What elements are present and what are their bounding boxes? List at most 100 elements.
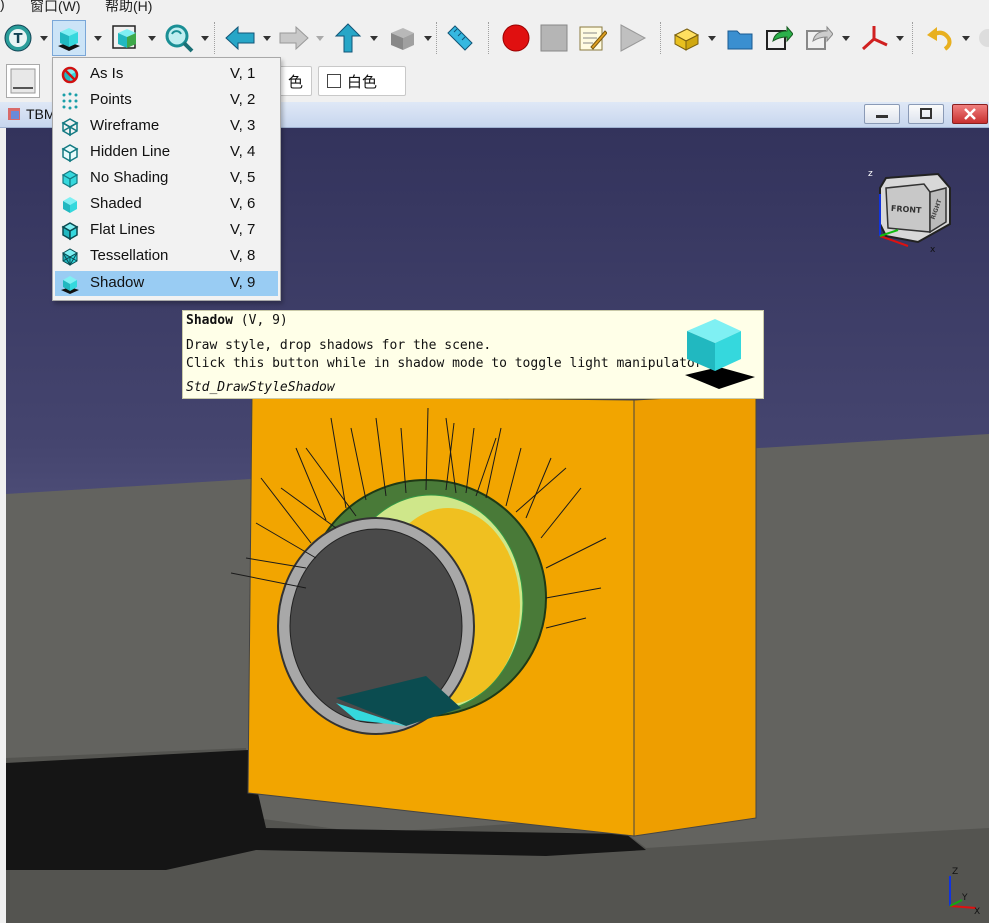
toolbar-separator xyxy=(436,22,437,54)
chevron-down-icon[interactable] xyxy=(842,36,850,41)
draw-style-button[interactable] xyxy=(52,20,86,56)
part-button[interactable] xyxy=(668,20,704,56)
points-icon xyxy=(62,92,78,110)
restore-icon xyxy=(920,108,932,119)
workbench-selector-button[interactable]: T xyxy=(2,20,34,56)
no-shading-icon xyxy=(61,170,79,189)
menu-item-shortcut: V, 1 xyxy=(230,65,256,82)
axis-z-label: Z xyxy=(952,867,958,877)
notepad-icon xyxy=(579,26,607,51)
undo-button[interactable] xyxy=(922,20,958,56)
menu-item-shortcut: V, 4 xyxy=(230,143,256,160)
menu-item-partial[interactable]: ) xyxy=(0,0,5,12)
menu-bar: ) 窗口(W) 帮助(H) xyxy=(0,0,989,16)
menu-item-no-shading[interactable]: No Shading V, 5 xyxy=(55,166,278,191)
minimize-button[interactable] xyxy=(864,104,900,124)
folder-icon xyxy=(727,30,753,50)
toolbar-separator xyxy=(488,22,489,54)
menu-item-tessellation[interactable]: Tessellation V, 8 xyxy=(55,244,278,269)
chevron-down-icon[interactable] xyxy=(263,36,271,41)
close-button[interactable] xyxy=(952,104,988,124)
wireframe-icon xyxy=(61,118,79,137)
yellow-part-icon xyxy=(673,28,700,51)
as-is-icon xyxy=(61,66,79,84)
macros-button[interactable] xyxy=(574,20,610,56)
tooltip-heading: Shadow (V, 9) xyxy=(186,313,288,328)
coordinate-system-button[interactable] xyxy=(856,20,892,56)
bounding-box-button[interactable] xyxy=(108,20,142,56)
link-button[interactable] xyxy=(760,20,796,56)
draw-style-menu: As Is V, 1 Points V, 2 Wireframe V, 3 Hi… xyxy=(52,57,281,301)
menu-item-shortcut: V, 3 xyxy=(230,117,256,134)
forward-button[interactable] xyxy=(276,20,312,56)
hidden-line-icon xyxy=(61,144,79,163)
redo-button[interactable] xyxy=(976,20,989,56)
chevron-down-icon[interactable] xyxy=(708,36,716,41)
menu-item-help[interactable]: 帮助(H) xyxy=(105,0,152,16)
execute-macro-button[interactable] xyxy=(614,20,650,56)
menu-item-as-is[interactable]: As Is V, 1 xyxy=(55,62,278,87)
arrow-left-icon xyxy=(225,25,255,51)
menu-item-shortcut: V, 6 xyxy=(230,195,256,212)
menu-item-hidden-line[interactable]: Hidden Line V, 4 xyxy=(55,140,278,165)
menu-item-label: No Shading xyxy=(90,169,169,186)
undo-icon xyxy=(927,27,952,51)
main-toolbar: T xyxy=(0,16,989,62)
chevron-down-icon[interactable] xyxy=(962,36,970,41)
measure-button[interactable] xyxy=(442,20,478,56)
back-button[interactable] xyxy=(222,20,258,56)
shadow-icon xyxy=(61,276,79,294)
stop-macro-button[interactable] xyxy=(536,20,572,56)
stop-icon xyxy=(540,24,568,52)
menu-item-wireframe[interactable]: Wireframe V, 3 xyxy=(55,114,278,139)
checkbox[interactable] xyxy=(327,74,341,88)
shadow-large-icon xyxy=(685,319,755,389)
chevron-down-icon[interactable] xyxy=(201,36,209,41)
tooltip-shortcut: (V, 9) xyxy=(240,313,288,328)
minimize-icon xyxy=(876,115,888,118)
link-actions-button[interactable] xyxy=(800,20,836,56)
menu-item-label: Wireframe xyxy=(90,117,160,134)
chevron-down-icon[interactable] xyxy=(896,36,904,41)
redo-icon xyxy=(979,29,989,47)
block-side xyxy=(633,392,757,837)
up-button[interactable] xyxy=(330,20,366,56)
menu-item-shortcut: V, 9 xyxy=(230,274,256,291)
zoom-icon xyxy=(165,24,194,53)
color-picker-button[interactable] xyxy=(6,64,40,98)
arrow-right-icon xyxy=(279,25,309,51)
menu-item-window[interactable]: 窗口(W) xyxy=(30,0,81,16)
navcube-x-label: x xyxy=(930,245,936,255)
menu-item-label: Flat Lines xyxy=(90,221,156,238)
chevron-down-icon[interactable] xyxy=(316,36,324,41)
chevron-down-icon[interactable] xyxy=(148,36,156,41)
svg-text:T: T xyxy=(14,32,23,47)
restore-button[interactable] xyxy=(908,104,944,124)
axis-y-label: Y xyxy=(961,893,968,903)
menu-item-label: Tessellation xyxy=(90,247,169,264)
chevron-down-icon[interactable] xyxy=(424,36,432,41)
std-views-button[interactable] xyxy=(384,20,420,56)
menu-item-points[interactable]: Points V, 2 xyxy=(55,88,278,113)
chevron-down-icon[interactable] xyxy=(40,36,48,41)
menu-item-shaded[interactable]: Shaded V, 6 xyxy=(55,192,278,217)
group-button[interactable] xyxy=(722,20,758,56)
shadow-cube-icon xyxy=(58,28,80,51)
white-color-option[interactable]: 白色 xyxy=(318,66,406,96)
chevron-down-icon[interactable] xyxy=(370,36,378,41)
tooltip-command: Std_DrawStyleShadow xyxy=(186,380,335,395)
chevron-down-icon[interactable] xyxy=(94,36,102,41)
arrow-up-icon xyxy=(334,23,362,53)
menu-item-flat-lines[interactable]: Flat Lines V, 7 xyxy=(55,218,278,243)
menu-item-shadow[interactable]: Shadow V, 9 xyxy=(55,271,278,296)
zoom-fit-button[interactable] xyxy=(162,20,196,56)
play-icon xyxy=(620,24,647,52)
navigation-cube[interactable]: FRONT RIGHT z x xyxy=(858,166,958,256)
menu-item-shortcut: V, 5 xyxy=(230,169,256,186)
tooltip: Shadow (V, 9) Draw style, drop shadows f… xyxy=(182,310,764,399)
tooltip-line-1: Draw style, drop shadows for the scene. xyxy=(186,338,492,353)
navcube-z-label: z xyxy=(868,169,873,179)
record-macro-button[interactable] xyxy=(498,20,534,56)
menu-item-shortcut: V, 8 xyxy=(230,247,256,264)
link-icon xyxy=(766,25,793,50)
